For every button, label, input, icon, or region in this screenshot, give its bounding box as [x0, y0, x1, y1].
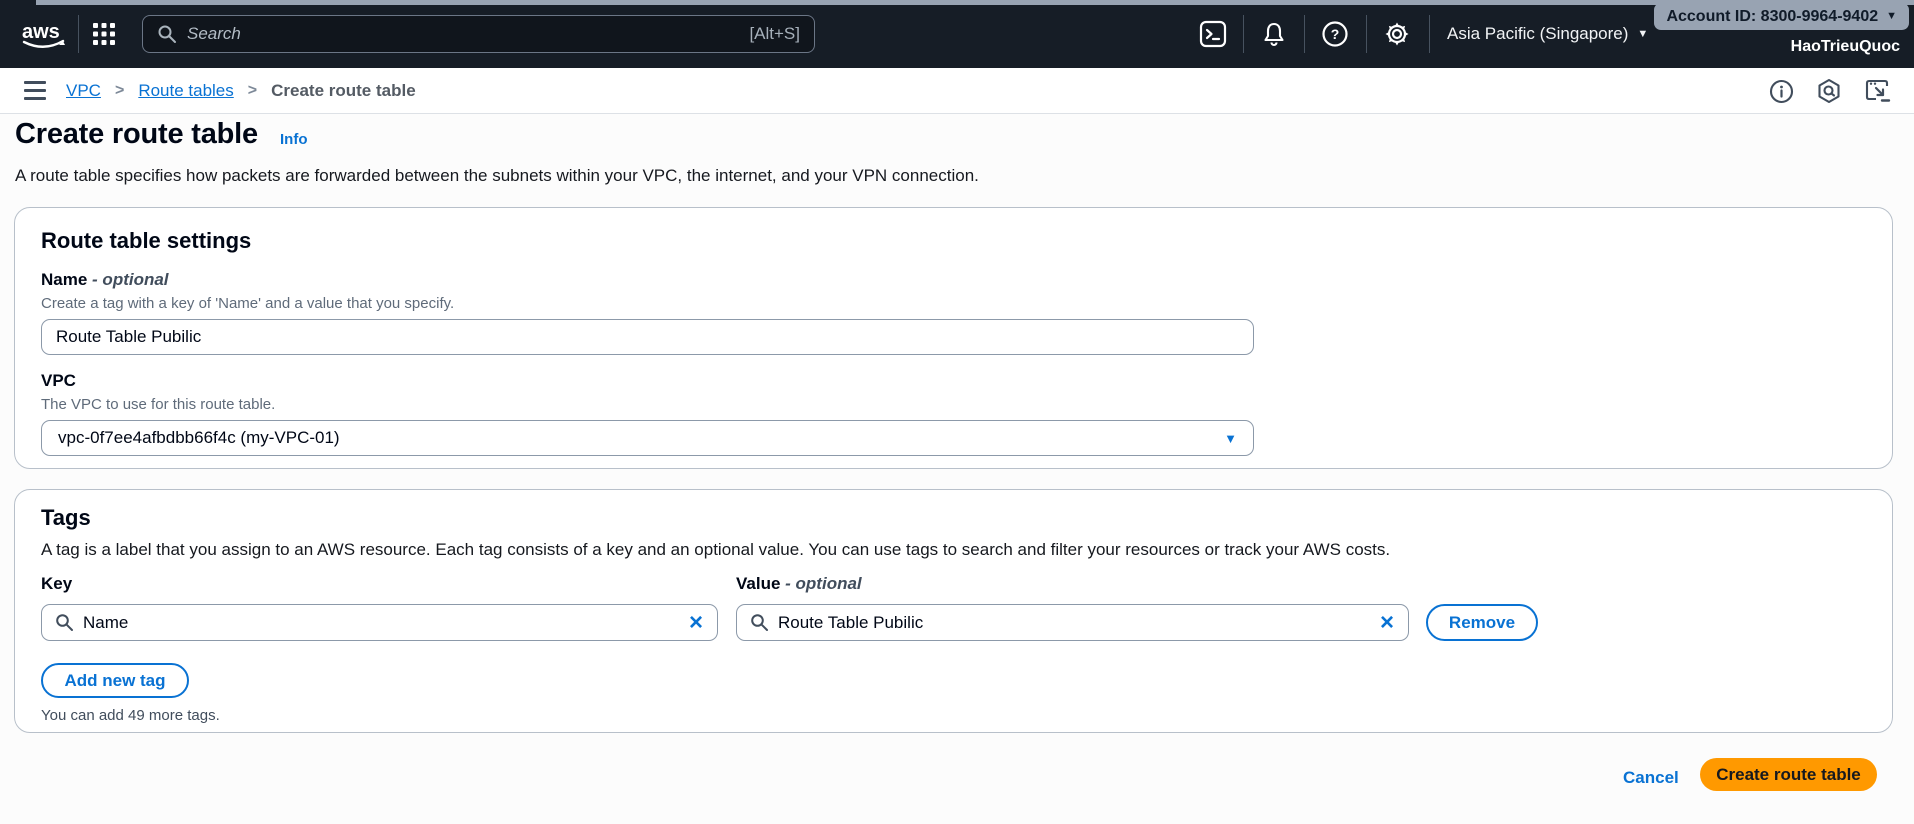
route-table-settings-card: Route table settings Name - optional Cre…	[14, 207, 1893, 469]
header-divider	[1429, 15, 1430, 53]
global-search-input[interactable]: Search [Alt+S]	[142, 15, 815, 53]
tag-key-input-wrapper: ×	[41, 604, 718, 641]
vpc-field-description: The VPC to use for this route table.	[41, 396, 276, 413]
chevron-down-icon: ▼	[1637, 27, 1649, 40]
clear-value-icon[interactable]: ×	[1376, 610, 1398, 635]
aws-top-navigation: aws Search [Alt+S] ? Asia Pacific (Singa…	[0, 0, 1914, 68]
name-field-label: Name - optional	[41, 270, 169, 289]
region-selector[interactable]: Asia Pacific (Singapore) ▼	[1447, 0, 1648, 68]
tags-card: Tags A tag is a label that you assign to…	[14, 489, 1893, 733]
tag-value-input-wrapper: ×	[736, 604, 1409, 641]
cloudshell-terminal-icon[interactable]	[1193, 0, 1233, 68]
aws-logo[interactable]: aws	[18, 18, 72, 52]
breadcrumb-bar: VPC > Route tables > Create route table	[0, 68, 1914, 114]
breadcrumb-separator: >	[114, 81, 125, 99]
search-icon	[157, 24, 177, 44]
feedback-panel-icon[interactable]	[1864, 78, 1892, 104]
tag-value-input[interactable]	[778, 612, 1367, 633]
breadcrumb: VPC > Route tables > Create route table	[66, 81, 416, 101]
remove-tag-button[interactable]: Remove	[1426, 604, 1538, 641]
tag-value-label: Value - optional	[736, 574, 862, 593]
clear-key-icon[interactable]: ×	[685, 610, 707, 635]
chevron-down-icon: ▼	[1224, 430, 1237, 446]
breadcrumb-current-page: Create route table	[271, 80, 416, 100]
svg-text:aws: aws	[22, 21, 60, 43]
breadcrumb-link-vpc[interactable]: VPC	[66, 81, 101, 101]
tags-title: Tags	[41, 505, 91, 530]
header-divider	[1304, 15, 1305, 53]
bell-icon[interactable]	[1254, 0, 1294, 68]
side-navigation-toggle-icon[interactable]	[24, 81, 46, 100]
name-input[interactable]	[41, 319, 1254, 355]
account-id-menu[interactable]: Account ID: 8300-9964-9402 ▼	[1654, 3, 1909, 30]
tag-row: Key × Value - optional	[41, 574, 1866, 641]
page-title: Create route table	[15, 118, 258, 150]
info-circle-icon[interactable]	[1769, 79, 1794, 104]
breadcrumb-link-route-tables[interactable]: Route tables	[138, 81, 233, 101]
add-new-tag-button[interactable]: Add new tag	[41, 663, 189, 698]
route-table-settings-title: Route table settings	[41, 228, 252, 253]
header-divider	[78, 15, 79, 53]
apps-grid-icon[interactable]	[92, 22, 116, 46]
vpc-select-value: vpc-0f7ee4afbdbb66f4c (my-VPC-01)	[58, 428, 340, 447]
header-divider	[1243, 15, 1244, 53]
chevron-down-icon: ▼	[1886, 10, 1897, 22]
tags-description: A tag is a label that you assign to an A…	[41, 540, 1391, 559]
tag-key-input[interactable]	[83, 612, 676, 633]
svg-text:?: ?	[1331, 26, 1340, 42]
info-link[interactable]: Info	[280, 131, 308, 148]
search-placeholder: Search	[187, 24, 241, 43]
tag-key-label: Key	[41, 574, 73, 593]
top-edge-strip	[36, 0, 1914, 5]
vpc-field-label: VPC	[41, 371, 76, 390]
vpc-select[interactable]: vpc-0f7ee4afbdbb66f4c (my-VPC-01) ▼	[41, 420, 1254, 456]
breadcrumb-separator: >	[247, 81, 258, 99]
cancel-button[interactable]: Cancel	[1623, 768, 1679, 788]
help-icon[interactable]: ?	[1315, 0, 1355, 68]
account-id-label: Account ID: 8300-9964-9402	[1666, 7, 1879, 25]
name-field-description: Create a tag with a key of 'Name' and a …	[41, 295, 455, 312]
search-icon	[750, 613, 769, 632]
amazon-q-hexagon-icon[interactable]	[1816, 78, 1842, 104]
account-username: HaoTrieuQuoc	[1790, 38, 1900, 55]
page-description: A route table specifies how packets are …	[15, 166, 979, 185]
gear-icon[interactable]	[1377, 0, 1417, 68]
header-divider	[1366, 15, 1367, 53]
tags-remaining-note: You can add 49 more tags.	[41, 707, 220, 724]
region-label: Asia Pacific (Singapore)	[1447, 24, 1629, 43]
search-icon	[55, 613, 74, 632]
create-route-table-button[interactable]: Create route table	[1700, 758, 1877, 791]
search-shortcut-hint: [Alt+S]	[749, 24, 800, 43]
